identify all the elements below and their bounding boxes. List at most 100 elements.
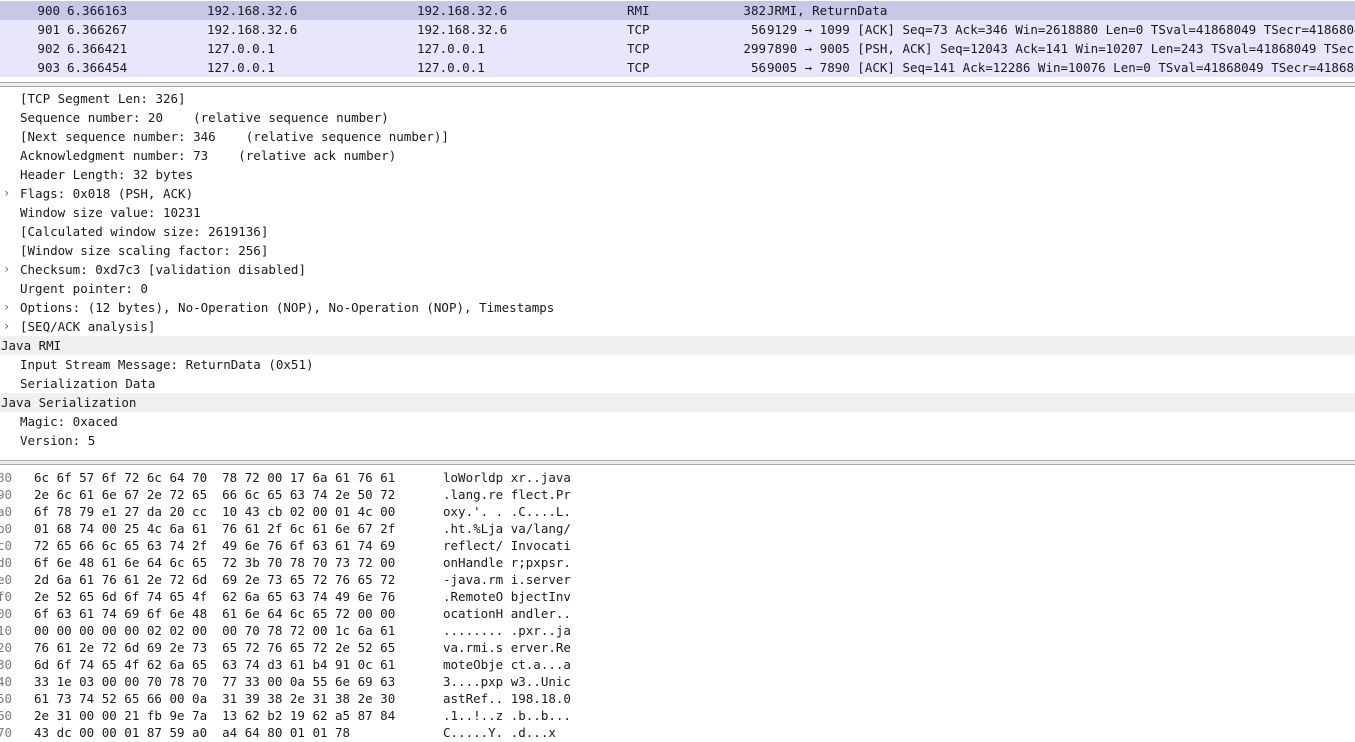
packet-details-tree[interactable]: [TCP Segment Len: 326] Sequence number: 2… <box>0 88 1355 458</box>
ascii-bytes: loWorldp xr..java <box>443 470 571 485</box>
tree-field-text: [TCP Segment Len: 326] <box>20 91 186 106</box>
byte-offset: 00 <box>0 606 13 621</box>
expand-arrow-icon[interactable]: › <box>3 298 13 317</box>
hex-bytes: 2d 6a 61 76 61 2e 72 6d 69 2e 73 65 72 7… <box>34 572 396 587</box>
bytes-row[interactable]: 90 2e 6c 61 6e 67 2e 72 65 66 6c 65 63 74… <box>0 486 1355 503</box>
bytes-row[interactable]: b0 01 68 74 00 25 4c 6a 61 76 61 2f 6c 61… <box>0 520 1355 537</box>
packet-destination: 192.168.32.6 <box>417 22 508 37</box>
hex-bytes: 72 65 66 6c 65 63 74 2f 49 6e 76 6f 63 6… <box>34 538 396 553</box>
packet-row[interactable]: 900 6.366163 192.168.32.6 192.168.32.6 RMI 38… <box>0 1 1355 20</box>
expand-arrow-icon[interactable]: › <box>3 260 13 279</box>
bytes-row[interactable]: 10 00 00 00 00 00 02 02 00 00 70 78 72 00… <box>0 622 1355 639</box>
packet-bytes-pane[interactable]: 80 6c 6f 57 6f 72 6c 64 70 78 72 00 17 6a… <box>0 468 1355 742</box>
pane-splitter-top[interactable] <box>0 82 1355 87</box>
tree-field-text: Magic: 0xaced <box>20 414 118 429</box>
tree-field-row[interactable]: Sequence number: 20 (relative sequence n… <box>0 108 1355 127</box>
tree-field-row[interactable]: › Flags: 0x018 (PSH, ACK) <box>0 184 1355 203</box>
bytes-row[interactable]: 80 6c 6f 57 6f 72 6c 64 70 78 72 00 17 6a… <box>0 469 1355 486</box>
bytes-row[interactable]: 00 6f 63 61 74 69 6f 6e 48 61 6e 64 6c 65… <box>0 605 1355 622</box>
tree-field-text: Input Stream Message: ReturnData (0x51) <box>20 357 314 372</box>
packet-source: 192.168.32.6 <box>207 22 298 37</box>
expand-arrow-icon[interactable]: › <box>3 184 13 203</box>
tree-field-row[interactable]: › Options: (12 bytes), No-Operation (NOP)… <box>0 298 1355 317</box>
tree-field-row[interactable]: [Next sequence number: 346 (relative seq… <box>0 127 1355 146</box>
ascii-bytes: -java.rm i.server <box>443 572 571 587</box>
tree-field-row[interactable]: Magic: 0xaced <box>0 412 1355 431</box>
byte-offset: 50 <box>0 691 13 706</box>
packet-row[interactable]: 903 6.366454 127.0.0.1 127.0.0.1 TCP 56 9005 →… <box>0 58 1355 77</box>
tree-field-text: Java RMI <box>1 338 62 353</box>
packet-destination: 127.0.0.1 <box>417 60 485 75</box>
byte-offset: e0 <box>0 572 13 587</box>
tree-field-row[interactable]: Version: 5 <box>0 431 1355 450</box>
packet-length: 56 <box>750 60 766 75</box>
tree-field-text: Options: (12 bytes), No-Operation (NOP),… <box>20 300 555 315</box>
bytes-row[interactable]: a0 6f 78 79 e1 27 da 20 cc 10 43 cb 02 00… <box>0 503 1355 520</box>
hex-bytes: 61 73 74 52 65 66 00 0a 31 39 38 2e 31 3… <box>34 691 396 706</box>
tree-field-row[interactable]: Urgent pointer: 0 <box>0 279 1355 298</box>
tree-field-row[interactable]: [TCP Segment Len: 326] <box>0 89 1355 108</box>
packet-protocol: RMI <box>627 3 650 18</box>
packet-no: 903 <box>37 60 60 75</box>
packet-no: 902 <box>37 41 60 56</box>
hex-bytes: 2e 31 00 00 21 fb 9e 7a 13 62 b2 19 62 a… <box>34 708 396 723</box>
packet-row[interactable]: 902 6.366421 127.0.0.1 127.0.0.1 TCP 299 7890 … <box>0 39 1355 58</box>
pane-splitter-bottom[interactable] <box>0 460 1355 465</box>
tree-field-row[interactable]: › [SEQ/ACK analysis] <box>0 317 1355 336</box>
packet-source: 127.0.0.1 <box>207 41 275 56</box>
protocol-section-row[interactable]: Java Serialization <box>0 393 1355 412</box>
bytes-row[interactable]: f0 2e 52 65 6d 6f 74 65 4f 62 6a 65 63 74… <box>0 588 1355 605</box>
tree-field-row[interactable]: › Checksum: 0xd7c3 [validation disabled] <box>0 260 1355 279</box>
hex-bytes: 6c 6f 57 6f 72 6c 64 70 78 72 00 17 6a 6… <box>34 470 396 485</box>
tree-field-row[interactable]: Window size value: 10231 <box>0 203 1355 222</box>
packet-time: 6.366454 <box>67 60 128 75</box>
bytes-row[interactable]: c0 72 65 66 6c 65 63 74 2f 49 6e 76 6f 63… <box>0 537 1355 554</box>
bytes-row[interactable]: 50 61 73 74 52 65 66 00 0a 31 39 38 2e 31… <box>0 690 1355 707</box>
ascii-bytes: C.....Y. .d...x <box>443 725 556 740</box>
tree-field-text: [Next sequence number: 346 (relative seq… <box>20 129 449 144</box>
packet-list[interactable]: 900 6.366163 192.168.32.6 192.168.32.6 RMI 38… <box>0 0 1355 82</box>
ascii-bytes: .lang.re flect.Pr <box>443 487 571 502</box>
ascii-bytes: 3....pxp w3..Unic <box>443 674 571 689</box>
ascii-bytes: moteObje ct.a...a <box>443 657 571 672</box>
tree-field-text: [Window size scaling factor: 256] <box>20 243 269 258</box>
tree-field-text: [SEQ/ACK analysis] <box>20 319 156 334</box>
bytes-row[interactable]: 20 76 61 2e 72 6d 69 2e 73 65 72 76 65 72… <box>0 639 1355 656</box>
bytes-row[interactable]: 60 2e 31 00 00 21 fb 9e 7a 13 62 b2 19 62… <box>0 707 1355 724</box>
packet-row[interactable]: 901 6.366267 192.168.32.6 192.168.32.6 TCP 56… <box>0 20 1355 39</box>
tree-field-row[interactable]: Header Length: 32 bytes <box>0 165 1355 184</box>
packet-info: 9129 → 1099 [ACK] Seq=73 Ack=346 Win=261… <box>767 22 1355 37</box>
tree-field-row[interactable]: Acknowledgment number: 73 (relative ack … <box>0 146 1355 165</box>
hex-bytes: 01 68 74 00 25 4c 6a 61 76 61 2f 6c 61 6… <box>34 521 396 536</box>
packet-no: 901 <box>37 22 60 37</box>
byte-offset: 90 <box>0 487 13 502</box>
bytes-row[interactable]: 40 33 1e 03 00 00 70 78 70 77 33 00 0a 55… <box>0 673 1355 690</box>
bytes-row[interactable]: d0 6f 6e 48 61 6e 64 6c 65 72 3b 70 78 70… <box>0 554 1355 571</box>
tree-field-text: Version: 5 <box>20 433 96 448</box>
bytes-row[interactable]: 70 43 dc 00 00 01 87 59 a0 a4 64 80 01 01… <box>0 724 1355 741</box>
tree-field-text: Sequence number: 20 (relative sequence n… <box>20 110 389 125</box>
tree-field-row[interactable]: Serialization Data <box>0 374 1355 393</box>
expand-arrow-icon[interactable]: › <box>3 317 13 336</box>
tree-field-row[interactable]: [Calculated window size: 2619136] <box>0 222 1355 241</box>
tree-field-text: Acknowledgment number: 73 (relative ack … <box>20 148 397 163</box>
packet-time: 6.366421 <box>67 41 128 56</box>
tree-field-row[interactable]: Input Stream Message: ReturnData (0x51) <box>0 355 1355 374</box>
byte-offset: 60 <box>0 708 13 723</box>
bytes-row[interactable]: 30 6d 6f 74 65 4f 62 6a 65 63 74 d3 61 b4… <box>0 656 1355 673</box>
packet-protocol: TCP <box>627 60 650 75</box>
protocol-section-row[interactable]: Java RMI <box>0 336 1355 355</box>
tree-field-text: [Calculated window size: 2619136] <box>20 224 269 239</box>
byte-offset: 30 <box>0 657 13 672</box>
ascii-bytes: onHandle r;pxpsr. <box>443 555 571 570</box>
bytes-row[interactable]: e0 2d 6a 61 76 61 2e 72 6d 69 2e 73 65 72… <box>0 571 1355 588</box>
ascii-bytes: reflect/ Invocati <box>443 538 571 553</box>
byte-offset: 10 <box>0 623 13 638</box>
ascii-bytes: .1..!..z .b..b... <box>443 708 571 723</box>
tree-field-row[interactable]: [Window size scaling factor: 256] <box>0 241 1355 260</box>
packet-length: 56 <box>750 22 766 37</box>
packet-length: 299 <box>743 41 766 56</box>
tree-field-text: Window size value: 10231 <box>20 205 201 220</box>
packet-time: 6.366163 <box>67 3 128 18</box>
packet-destination: 192.168.32.6 <box>417 3 508 18</box>
